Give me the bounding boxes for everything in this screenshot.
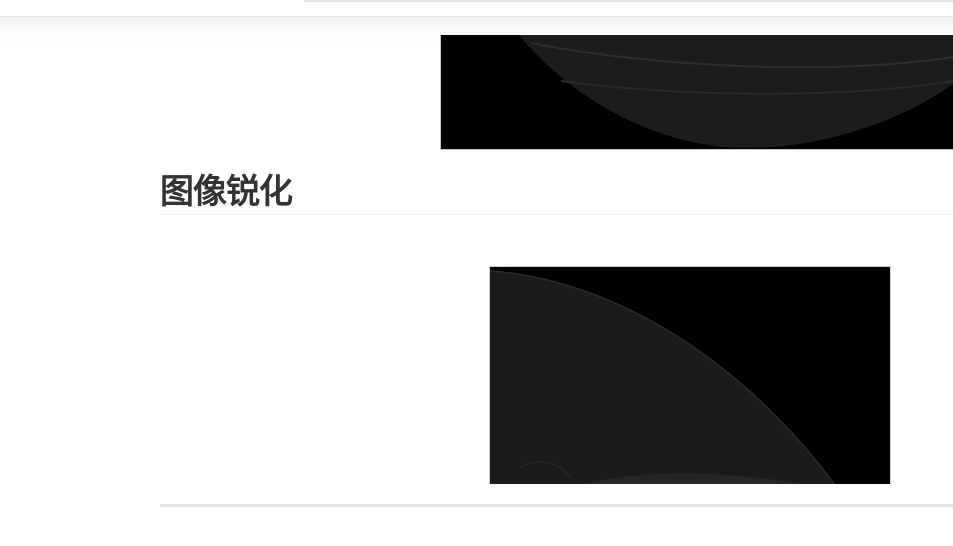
- ct-slice-graphic: [490, 267, 890, 484]
- title-underline: [160, 214, 953, 215]
- image-ct-sharpened: [489, 266, 891, 484]
- section-title: 图像锐化: [160, 172, 293, 212]
- image-ct-top: [440, 35, 953, 150]
- section-bottom-divider: [160, 504, 953, 507]
- page: 图像锐化: [0, 0, 953, 546]
- ct-slice-top-graphic: [441, 35, 953, 149]
- top-bar: [0, 0, 953, 16]
- top-bar-divider: [304, 0, 953, 2]
